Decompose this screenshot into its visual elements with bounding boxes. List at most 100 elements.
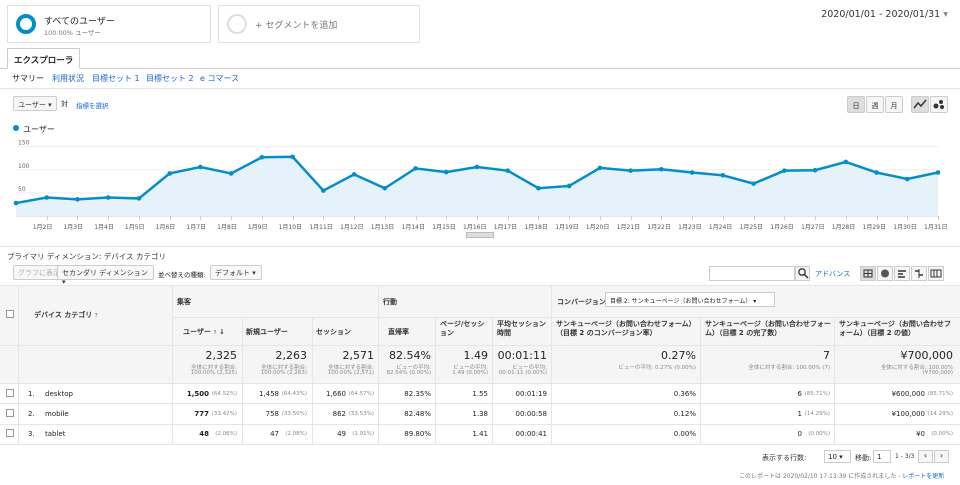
chart-resize-handle[interactable] (466, 232, 494, 238)
sort-label: 並べ替えの種類: (158, 271, 206, 279)
line-chart-toggle[interactable] (911, 96, 929, 113)
motion-chart-toggle[interactable] (930, 96, 948, 113)
day-button[interactable]: 日 (847, 96, 865, 113)
subnav-goal-set-2[interactable]: 目標セット 2 (146, 73, 194, 84)
divider (0, 88, 960, 89)
row-device-name[interactable]: desktop (45, 390, 73, 398)
row-value: 0.00% (673, 430, 696, 438)
x-tick-label: 1月13日 (370, 224, 395, 231)
bar-list-icon (898, 270, 906, 278)
data-point (904, 176, 910, 182)
x-tick-label: 1月12日 (340, 224, 364, 231)
data-point (321, 188, 326, 193)
grid-icon (863, 269, 873, 278)
x-tick-mark (108, 216, 110, 220)
row-value: 862 (332, 410, 346, 418)
col-goal-completions[interactable]: サンキューページ（お問い合わせフォーム）（目標 2 の完了数） (705, 320, 832, 338)
search-button[interactable] (795, 266, 810, 281)
x-tick-mark (46, 216, 48, 220)
pivot-view-button[interactable] (928, 266, 944, 281)
total-value: ¥700,000 (900, 349, 954, 362)
goto-page-input[interactable]: 1 (873, 450, 891, 463)
data-point (536, 185, 541, 191)
group-behavior: 行動 (383, 298, 397, 306)
page-range: 1 - 3/3 (895, 453, 915, 460)
add-segment-button[interactable]: + セグメントを追加 (218, 5, 420, 43)
comparison-icon (915, 269, 923, 278)
select-all-checkbox[interactable] (6, 310, 14, 318)
data-point (659, 166, 664, 172)
help-icon: ? (213, 330, 217, 336)
subnav-ecommerce[interactable]: e コマース (200, 73, 239, 84)
performance-view-button[interactable] (894, 266, 910, 281)
x-tick-label: 1月3日 (63, 224, 84, 231)
table-search-input[interactable] (709, 266, 795, 281)
select-metric-link[interactable]: 指標を選択 (76, 100, 109, 110)
col-users[interactable]: ユーザー ? ↓ (183, 327, 225, 337)
x-tick-mark (753, 216, 755, 220)
col-bounce-rate[interactable]: 直帰率 (388, 327, 409, 337)
row-device-name[interactable]: mobile (45, 410, 69, 418)
date-range-picker[interactable]: 2020/01/01 - 2020/01/31 ▾ (821, 9, 948, 20)
row-number: 1. (28, 390, 35, 398)
metric-select[interactable]: ユーザー ▾ (13, 96, 57, 111)
data-point (105, 195, 111, 200)
col-goal-conversion-rate[interactable]: サンキューページ（お問い合わせフォーム）（目標 2 のコンバージョン率） (556, 320, 698, 338)
col-new-users-label: 新規ユーザー (246, 328, 288, 336)
sort-select[interactable]: デフォルト ▾ (210, 265, 262, 280)
secondary-dimension-select[interactable]: セカンダリ ディメンション ▾ (57, 265, 154, 286)
metric-select-value: ユーザー (18, 101, 46, 109)
col-users-label: ユーザー (183, 328, 211, 336)
col-new-users[interactable]: 新規ユーザー (246, 327, 288, 337)
col-avg-duration[interactable]: 平均セッション時間 (497, 320, 549, 338)
group-conversion: コンバージョン (557, 298, 606, 306)
x-tick-label: 1月5日 (124, 224, 145, 231)
subnav-usage[interactable]: 利用状況 (52, 73, 84, 84)
row-checkbox[interactable] (6, 409, 14, 417)
col-sessions[interactable]: セッション (316, 327, 351, 337)
x-tick-label: 1月24日 (708, 224, 733, 231)
segment-all-users[interactable]: すべてのユーザー 100.00% ユーザー (7, 5, 211, 43)
rows-per-page-select[interactable]: 10 ▾ (824, 450, 851, 463)
data-point (44, 195, 50, 200)
x-tick-label: 1月20日 (585, 224, 610, 231)
y-tick-label: 50 (18, 186, 26, 193)
x-tick-mark (354, 216, 356, 220)
row-value: 6 (797, 390, 802, 398)
data-point (13, 200, 19, 206)
y-tick-label: 100 (18, 163, 30, 170)
pie-view-button[interactable] (877, 266, 893, 281)
goal-select[interactable]: 目標 2: サンキューページ（お問い合わせフォーム） ▾ (605, 292, 775, 307)
rows-per-page-label: 表示する行数: (762, 454, 807, 462)
week-button[interactable]: 週 (866, 96, 884, 113)
advanced-filter-link[interactable]: アドバンス (815, 269, 850, 279)
subnav-summary[interactable]: サマリー (12, 73, 44, 84)
dimension-header[interactable]: デバイス カテゴリ ? (34, 310, 98, 320)
x-tick-label: 1月18日 (524, 224, 548, 231)
refresh-report-link[interactable]: レポートを更新 (902, 473, 944, 480)
table-view-button[interactable] (860, 266, 876, 281)
tab-explorer[interactable]: エクスプローラ (7, 48, 81, 69)
col-goal-value[interactable]: サンキューページ（お問い合わせフォーム）（目標 2 の値） (839, 320, 957, 338)
data-point (505, 168, 511, 173)
search-icon (797, 268, 809, 279)
secondary-dimension-label: セカンダリ ディメンション (62, 269, 148, 277)
next-page-button[interactable]: › (934, 450, 949, 463)
col-pages-per-session[interactable]: ページ/セッション (440, 320, 490, 338)
chevron-right-icon: › (939, 451, 944, 460)
row-checkbox[interactable] (6, 429, 14, 437)
comparison-view-button[interactable] (911, 266, 927, 281)
data-point (782, 168, 787, 173)
subnav-goal-set-1[interactable]: 目標セット 1 (92, 73, 140, 84)
primary-dimension-value: デバイス カテゴリ (103, 252, 166, 261)
x-tick-mark (722, 216, 724, 220)
row-checkbox[interactable] (6, 389, 14, 397)
group-acquisition: 集客 (177, 298, 191, 306)
month-button[interactable]: 月 (885, 96, 903, 113)
x-tick-label: 1月6日 (155, 224, 176, 231)
row-device-name[interactable]: tablet (45, 430, 65, 438)
row-number: 2. (28, 410, 35, 418)
prev-page-button[interactable]: ‹ (918, 450, 933, 463)
row-percentage: (14.29%) (804, 411, 830, 417)
x-tick-label: 1月7日 (186, 224, 207, 231)
